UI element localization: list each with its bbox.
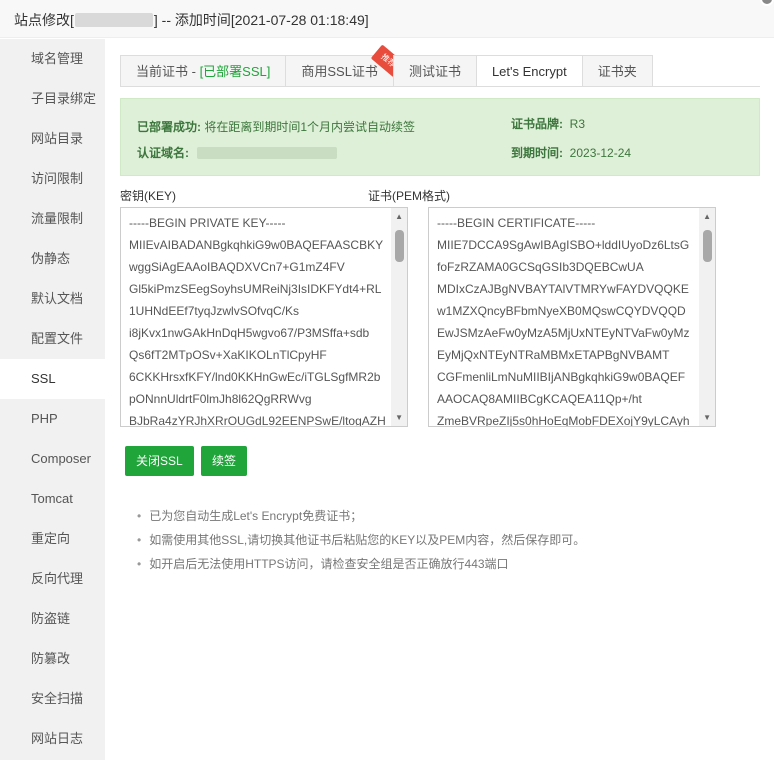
sidebar-item-default-doc[interactable]: 默认文档	[0, 279, 105, 319]
scroll-thumb[interactable]	[703, 230, 712, 262]
sidebar-item-tamper[interactable]: 防篡改	[0, 639, 105, 679]
brand-row: 证书品牌: R3	[511, 117, 586, 131]
tab-cert-folder[interactable]: 证书夹	[581, 55, 653, 87]
sidebar-item-redirect[interactable]: 重定向	[0, 519, 105, 559]
sidebar-item-traffic-limit[interactable]: 流量限制	[0, 199, 105, 239]
scroll-down-icon[interactable]: ▼	[395, 413, 403, 422]
sidebar: 域名管理 子目录绑定 网站目录 访问限制 流量限制 伪静态 默认文档 配置文件 …	[0, 39, 105, 760]
tab-commercial-ssl[interactable]: 商用SSL证书 推荐	[285, 44, 406, 87]
sidebar-item-composer[interactable]: Composer	[0, 439, 105, 479]
ssl-status-notice: 已部署成功: 将在距离到期时间1个月内尝试自动续签 认证域名: 证书品牌: R3…	[120, 98, 760, 176]
sidebar-item-site-log[interactable]: 网站日志	[0, 719, 105, 759]
redacted-domain	[197, 147, 337, 159]
sidebar-item-reverse-proxy[interactable]: 反向代理	[0, 559, 105, 599]
close-ssl-button[interactable]: 关闭SSL	[125, 446, 194, 476]
cert-scrollbar[interactable]: ▲ ▼	[699, 208, 715, 426]
sidebar-item-rewrite[interactable]: 伪静态	[0, 239, 105, 279]
renew-button[interactable]: 续签	[201, 446, 248, 476]
tip-item: 已为您自动生成Let's Encrypt免费证书；	[121, 504, 585, 528]
key-textarea[interactable]: -----BEGIN PRIVATE KEY----- MIIEvAIBADAN…	[120, 207, 408, 427]
scroll-up-icon[interactable]: ▲	[395, 212, 403, 221]
sidebar-item-php[interactable]: PHP	[0, 399, 105, 439]
redacted-site-name	[74, 13, 153, 27]
tab-test-cert[interactable]: 测试证书	[392, 55, 476, 87]
domain-row: 认证域名:	[137, 144, 337, 161]
expire-row: 到期时间: 2023-12-24	[511, 146, 632, 160]
tab-divider	[120, 86, 760, 87]
scroll-up-icon[interactable]: ▲	[703, 212, 711, 221]
close-icon[interactable]	[760, 0, 774, 6]
sidebar-item-domain[interactable]: 域名管理	[0, 39, 105, 79]
cert-textarea[interactable]: -----BEGIN CERTIFICATE----- MIIE7DCCA9Sg…	[428, 207, 716, 427]
scroll-thumb[interactable]	[395, 230, 404, 262]
scroll-down-icon[interactable]: ▼	[703, 413, 711, 422]
dialog-title: 站点修改[] -- 添加时间[2021-07-28 01:18:49]	[14, 12, 369, 28]
sidebar-item-access-limit[interactable]: 访问限制	[0, 159, 105, 199]
sidebar-item-hotlink[interactable]: 防盗链	[0, 599, 105, 639]
sidebar-item-security-scan[interactable]: 安全扫描	[0, 679, 105, 719]
tip-item: 如需使用其他SSL,请切换其他证书后粘贴您的KEY以及PEM内容，然后保存即可。	[121, 528, 585, 552]
sidebar-item-tomcat[interactable]: Tomcat	[0, 479, 105, 519]
key-scrollbar[interactable]: ▲ ▼	[391, 208, 407, 426]
sidebar-item-ssl[interactable]: SSL	[0, 359, 105, 399]
tab-letsencrypt[interactable]: Let's Encrypt	[475, 55, 582, 87]
sidebar-item-config[interactable]: 配置文件	[0, 319, 105, 359]
sidebar-item-site-dir[interactable]: 网站目录	[0, 119, 105, 159]
tip-item: 如开启后无法使用HTTPS访问，请检查安全组是否正确放行443端口	[121, 552, 585, 576]
tab-current-cert[interactable]: 当前证书 - [已部署SSL]	[120, 55, 286, 87]
cert-label: 证书(PEM格式)	[368, 189, 450, 203]
deployed-row: 已部署成功: 将在距离到期时间1个月内尝试自动续签	[137, 120, 416, 134]
dialog-titlebar: 站点修改[] -- 添加时间[2021-07-28 01:18:49]	[0, 0, 774, 38]
ssl-tabs: 当前证书 - [已部署SSL] 商用SSL证书 推荐 测试证书 Let's Enc…	[120, 44, 653, 87]
key-label: 密钥(KEY)	[120, 189, 177, 203]
tips-list: 已为您自动生成Let's Encrypt免费证书； 如需使用其他SSL,请切换其…	[121, 504, 585, 576]
sidebar-item-subdir[interactable]: 子目录绑定	[0, 79, 105, 119]
cert-status: [已部署SSL]	[199, 64, 271, 79]
